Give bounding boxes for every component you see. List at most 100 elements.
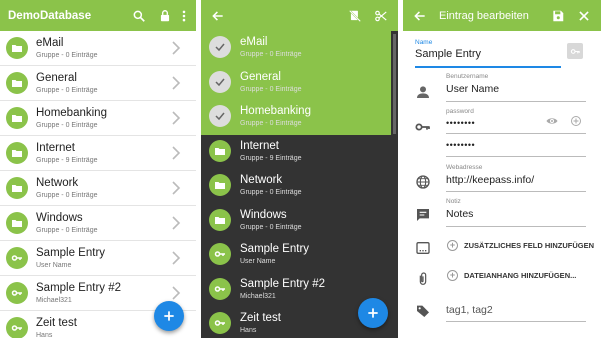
folder-icon (6, 37, 28, 59)
visibility-icon[interactable] (546, 114, 558, 126)
add-fab-button[interactable] (358, 298, 388, 328)
username-field[interactable]: Benutzername User Name (446, 73, 499, 95)
key-icon (570, 48, 580, 54)
key-icon (6, 282, 28, 304)
folder-icon (209, 139, 231, 162)
check-icon (209, 70, 231, 93)
list-item-title: Sample Entry #2 (240, 277, 326, 290)
list-item-subtitle: Gruppe - 0 Einträge (240, 189, 302, 196)
list-item[interactable]: eMail Gruppe - 0 Einträge (0, 31, 196, 66)
name-field[interactable]: Name Sample Entry (415, 39, 481, 60)
list-item[interactable]: Windows Gruppe - 0 Einträge (0, 206, 196, 241)
notes-field[interactable]: Notiz Notes (446, 198, 473, 220)
save-icon[interactable] (551, 9, 565, 23)
lock-icon[interactable] (158, 9, 172, 23)
tag-icon (415, 303, 431, 319)
list-item-title: Windows (240, 208, 287, 221)
notes-value[interactable]: Notes (446, 208, 473, 220)
username-label: Benutzername (446, 73, 489, 80)
password-field[interactable]: password •••••••• (446, 108, 475, 128)
list-item-title: eMail (36, 37, 64, 49)
password-confirm-value[interactable]: •••••••• (446, 140, 475, 150)
list-item-title: eMail (240, 36, 268, 48)
key-icon (6, 317, 28, 338)
notes-label: Notiz (446, 198, 461, 205)
username-underline (446, 101, 586, 102)
chevron-right-icon (170, 251, 182, 265)
add-attachment-label: DATEIANHANG HINZUFÜGEN... (464, 271, 577, 280)
group-list-screen: DemoDatabase eMail Gruppe - 0 Einträge Gen… (0, 0, 196, 338)
url-value[interactable]: http://keepass.info/ (446, 174, 534, 186)
more-vert-icon[interactable] (180, 9, 188, 23)
generate-key-button[interactable] (567, 43, 583, 59)
add-fab-button[interactable] (154, 301, 184, 331)
selected-list-item[interactable]: General Gruppe - 0 Einträge (201, 65, 391, 100)
list-item[interactable]: Sample Entry User Name (201, 238, 398, 273)
list-item-title: Internet (240, 139, 279, 152)
scrollbar[interactable] (393, 34, 396, 134)
selected-list-item[interactable]: Homebanking Gruppe - 0 Einträge (201, 100, 391, 135)
list-item[interactable]: Network Gruppe - 0 Einträge (201, 169, 398, 204)
list-item-subtitle: Gruppe - 0 Einträge (36, 227, 98, 234)
add-field-button[interactable]: + ZUSÄTZLICHES FELD HINZUFÜGEN (447, 240, 594, 251)
list-item[interactable]: Internet Gruppe - 9 Einträge (201, 135, 398, 170)
no-copy-icon[interactable] (348, 9, 362, 23)
folder-icon (6, 72, 28, 94)
check-icon (209, 36, 231, 58)
list-item[interactable]: Internet Gruppe - 9 Einträge (0, 136, 196, 171)
folder-icon (6, 142, 28, 164)
list-item-subtitle: Michael321 (36, 297, 72, 304)
tags-field[interactable]: tag1, tag2 (446, 304, 493, 316)
chevron-right-icon (170, 111, 182, 125)
close-icon[interactable] (577, 9, 591, 23)
list-item[interactable]: Sample Entry User Name (0, 241, 196, 276)
list-item-title: Internet (36, 142, 75, 154)
list-item-title: Sample Entry #2 (36, 282, 122, 294)
name-value[interactable]: Sample Entry (415, 48, 481, 60)
add-circle-icon[interactable] (570, 114, 582, 126)
url-field[interactable]: Webadresse http://keepass.info/ (446, 164, 534, 186)
password-confirm-field[interactable]: •••••••• (446, 140, 475, 150)
folder-icon (209, 174, 231, 196)
cut-icon[interactable] (374, 9, 388, 23)
folder-icon (6, 107, 28, 129)
list-item-title: Homebanking (36, 107, 107, 119)
search-icon[interactable] (132, 9, 146, 23)
back-arrow-icon[interactable] (211, 9, 225, 23)
add-attachment-button[interactable]: + DATEIANHANG HINZUFÜGEN... (447, 270, 576, 281)
list-item-title: General (36, 72, 77, 84)
add-field-label: ZUSÄTZLICHES FELD HINZUFÜGEN (464, 241, 594, 250)
list-item-title: Zeit test (240, 312, 281, 324)
list-item-subtitle: Hans (36, 332, 53, 338)
list-item-subtitle: Gruppe - 0 Einträge (240, 85, 302, 93)
list-item[interactable]: Windows Gruppe - 0 Einträge (201, 204, 398, 239)
selected-list-item[interactable]: eMail Gruppe - 0 Einträge (201, 31, 391, 66)
list-item[interactable]: Homebanking Gruppe - 0 Einträge (0, 101, 196, 136)
list-item[interactable]: General Gruppe - 0 Einträge (0, 66, 196, 101)
tags-value[interactable]: tag1, tag2 (446, 304, 493, 316)
database-title: DemoDatabase (8, 9, 92, 22)
username-value[interactable]: User Name (446, 83, 499, 95)
key-icon (415, 119, 431, 135)
list-item-subtitle: Hans (240, 327, 257, 334)
list-item-title: Sample Entry (36, 247, 106, 259)
list-item-title: Sample Entry (240, 243, 310, 255)
list-item-subtitle: Michael321 (240, 292, 276, 300)
key-icon (209, 312, 231, 334)
list-item-subtitle: Gruppe - 0 Einträge (36, 52, 98, 59)
key-icon (6, 247, 28, 269)
chevron-right-icon (170, 286, 182, 300)
notes-underline (446, 226, 586, 227)
edit-entry-screen: Eintrag bearbeiten Name Sample Entry Ben… (403, 0, 601, 338)
plus-icon (368, 308, 378, 318)
list-item-subtitle: Gruppe - 0 Einträge (36, 122, 98, 129)
password-confirm-underline (446, 156, 586, 157)
notes-icon (415, 207, 431, 223)
edit-app-bar: Eintrag bearbeiten (403, 0, 601, 31)
back-arrow-icon[interactable] (413, 9, 427, 23)
tags-underline (446, 321, 586, 322)
list-item-subtitle: User Name (36, 262, 72, 269)
password-value[interactable]: •••••••• (446, 118, 475, 128)
selection-list: eMail Gruppe - 0 Einträge General Gruppe - … (201, 31, 398, 338)
list-item[interactable]: Network Gruppe - 0 Einträge (0, 171, 196, 206)
